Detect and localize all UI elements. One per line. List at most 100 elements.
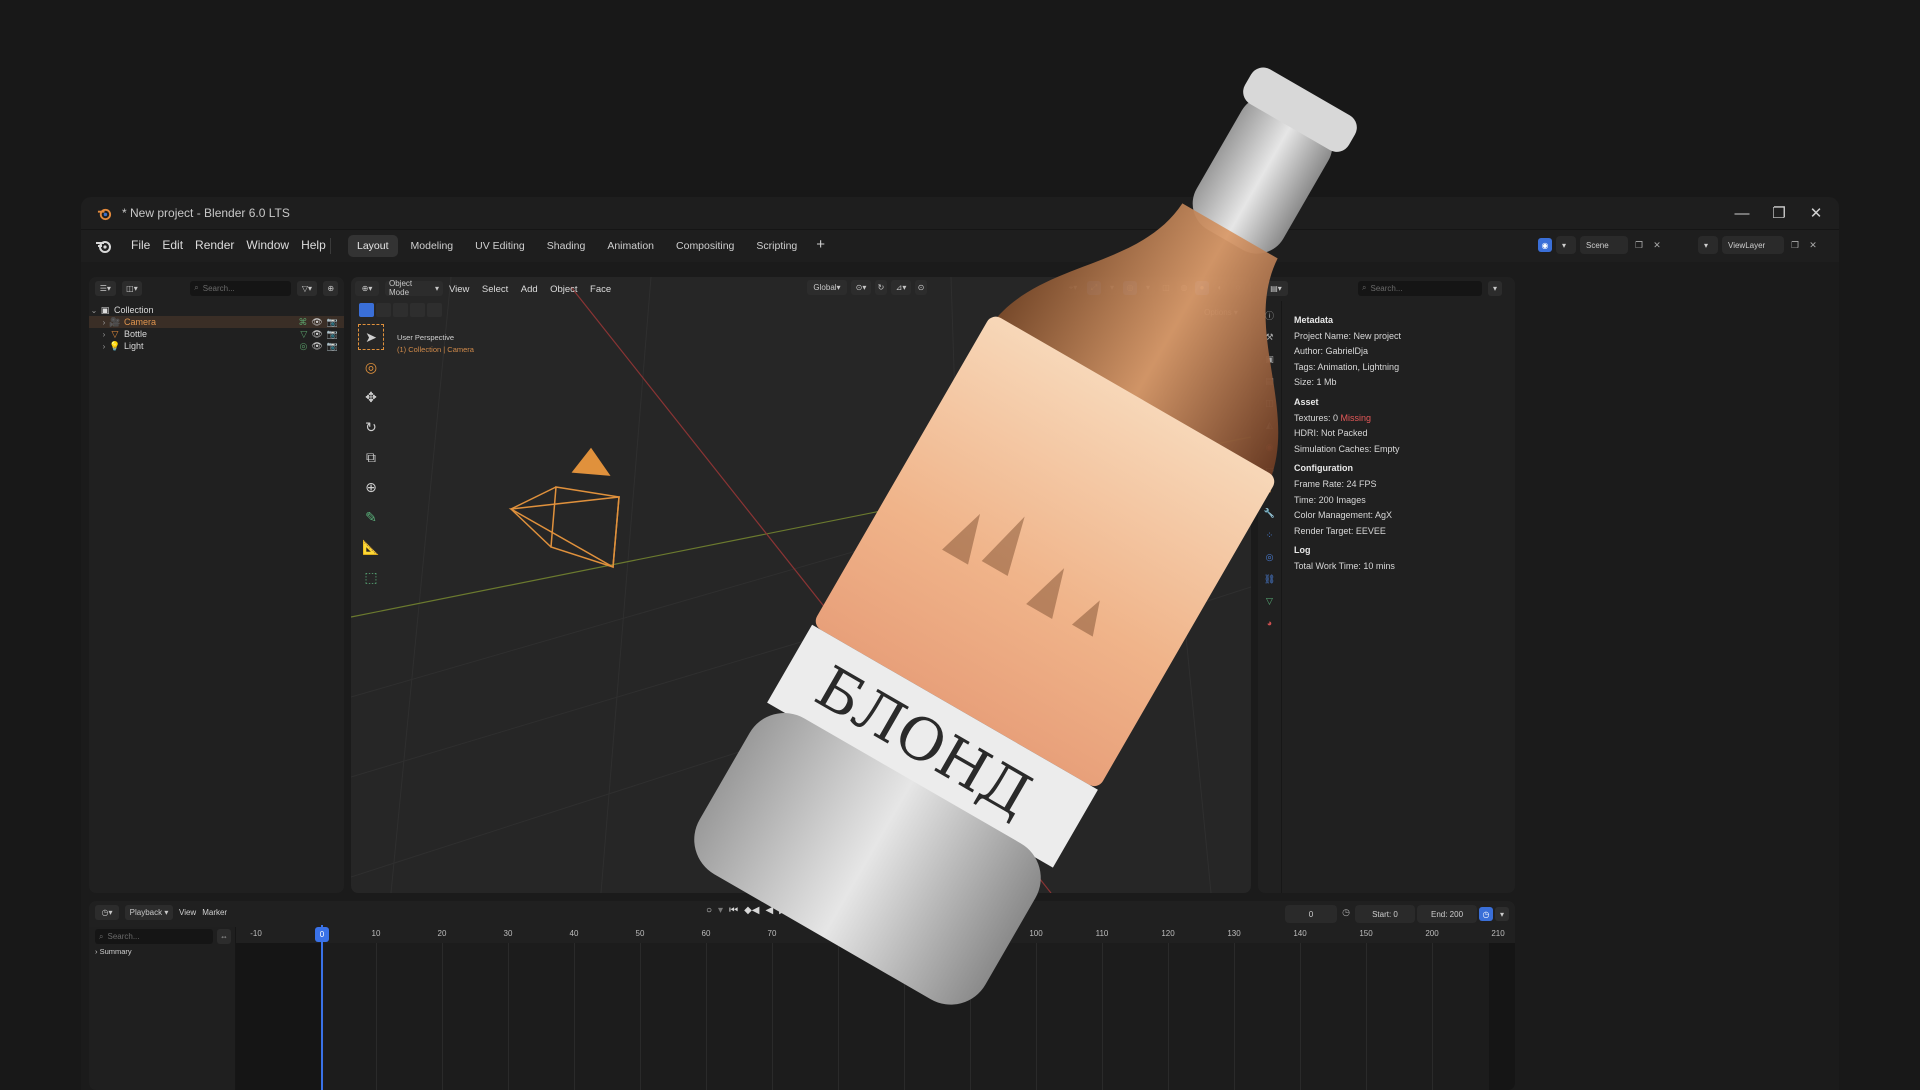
timeline-menu-marker[interactable]: Marker bbox=[202, 908, 227, 917]
xray-icon[interactable]: ◫ bbox=[1159, 280, 1173, 295]
rendered-shading-icon[interactable]: ◌ bbox=[1231, 280, 1245, 295]
render-camera-icon[interactable]: 📷 bbox=[327, 329, 338, 340]
playhead[interactable] bbox=[321, 925, 323, 1090]
3d-viewport[interactable]: ⊕▾ Object Mode ▾ View Select Add Object … bbox=[351, 277, 1251, 893]
collection-row[interactable]: ⌄ ▣ Collection bbox=[89, 304, 344, 316]
start-frame-field[interactable]: Start: 0 bbox=[1355, 905, 1415, 923]
next-keyframe-icon[interactable]: ▶◆ bbox=[793, 905, 808, 916]
visibility-eye-icon[interactable]: 👁 bbox=[311, 317, 322, 328]
scale-tool-icon[interactable]: ⧉ bbox=[359, 445, 383, 469]
output-tab-icon[interactable]: ▤ bbox=[1263, 373, 1277, 389]
tab-layout[interactable]: Layout bbox=[348, 235, 398, 257]
swap-icon[interactable]: ⇔ bbox=[217, 929, 231, 944]
proportional-edit-icon[interactable]: ⊙ bbox=[915, 280, 927, 295]
preview-dropdown-icon[interactable]: ▾ bbox=[1495, 907, 1509, 921]
move-tool-icon[interactable]: ✥ bbox=[359, 385, 383, 409]
close-icon[interactable]: ✕ bbox=[1799, 200, 1833, 226]
outliner-item-camera[interactable]: › 🎥 Camera ⌘ 👁 📷 bbox=[89, 316, 344, 328]
tab-shading[interactable]: Shading bbox=[538, 235, 595, 257]
remove-viewlayer-icon[interactable]: ✕ bbox=[1806, 238, 1820, 252]
select-box-icon[interactable] bbox=[359, 303, 374, 317]
tab-compositing[interactable]: Compositing bbox=[667, 235, 743, 257]
viewport-menu-view[interactable]: View bbox=[449, 284, 469, 295]
viewport-menu-select[interactable]: Select bbox=[482, 284, 508, 295]
select-extend-icon[interactable] bbox=[376, 303, 391, 317]
expand-icon[interactable]: › bbox=[99, 330, 109, 339]
transform-orientation-dropdown[interactable]: Global ▾ bbox=[807, 280, 847, 295]
filter-button[interactable]: ▽▾ bbox=[296, 280, 318, 296]
next-marker-icon[interactable]: ⏩ bbox=[848, 905, 860, 916]
gizmo-button[interactable]: ⌖▾ bbox=[1063, 280, 1083, 295]
end-frame-field[interactable]: End: 200 bbox=[1417, 905, 1477, 923]
remove-scene-icon[interactable]: ✕ bbox=[1650, 238, 1664, 252]
viewport-editor-type-button[interactable]: ⊕▾ bbox=[355, 280, 379, 296]
viewlayer-type-button[interactable]: ▾ bbox=[1698, 236, 1718, 254]
info-tab-icon[interactable]: ⓘ bbox=[1263, 307, 1277, 323]
wireframe-shading-icon[interactable]: ◍ bbox=[1177, 280, 1191, 295]
constraints-tab-icon[interactable]: ⛓ bbox=[1263, 571, 1277, 587]
restore-icon[interactable]: ❐ bbox=[1762, 200, 1796, 226]
annotate-tool-icon[interactable]: ✎ bbox=[359, 505, 383, 529]
properties-search-input[interactable]: ⌕ Search... bbox=[1358, 280, 1482, 296]
overlays-dropdown-icon[interactable]: ▾ bbox=[1141, 280, 1155, 295]
play-reverse-icon[interactable]: ◀ bbox=[765, 905, 773, 916]
gizmo-dropdown-icon[interactable]: ▾ bbox=[1105, 280, 1119, 295]
scene-type-button[interactable]: ▾ bbox=[1556, 236, 1576, 254]
collection-tab-icon[interactable]: ▭ bbox=[1263, 461, 1277, 477]
collapse-icon[interactable]: ⌄ bbox=[89, 306, 99, 315]
playback-dropdown[interactable]: Playback ▾ bbox=[125, 904, 173, 920]
new-collection-button[interactable]: ⊕ bbox=[323, 280, 339, 296]
scene-name-field[interactable]: Scene bbox=[1580, 236, 1628, 254]
dopesheet-area[interactable] bbox=[236, 943, 1515, 1090]
copy-viewlayer-icon[interactable]: ❐ bbox=[1788, 238, 1802, 252]
expand-icon[interactable]: › bbox=[99, 342, 109, 351]
solid-shading-icon[interactable]: ● bbox=[1195, 280, 1209, 295]
outliner-item-light[interactable]: › 💡 Light ◎ 👁 📷 bbox=[89, 340, 344, 352]
render-tab-icon[interactable]: ▣ bbox=[1263, 351, 1277, 367]
render-camera-icon[interactable]: 📷 bbox=[327, 317, 338, 328]
particles-tab-icon[interactable]: ⁘ bbox=[1263, 527, 1277, 543]
prev-keyframe-icon[interactable]: ◆◀ bbox=[744, 905, 759, 916]
clock-icon[interactable]: ◷ bbox=[1339, 905, 1353, 919]
world-tab-icon[interactable]: ◉ bbox=[1263, 439, 1277, 455]
viewport-menu-add[interactable]: Add bbox=[521, 284, 538, 295]
playback-dropdown-icon[interactable]: ▾ bbox=[866, 905, 871, 916]
editor-type-button[interactable]: ☰▾ bbox=[95, 280, 116, 296]
show-gizmo-icon[interactable]: ⤢ bbox=[1087, 280, 1101, 295]
material-shading-icon[interactable]: ◐ bbox=[1213, 280, 1227, 295]
object-mode-dropdown[interactable]: Object Mode ▾ bbox=[385, 279, 443, 297]
data-tab-icon[interactable]: ▽ bbox=[1263, 593, 1277, 609]
menu-edit[interactable]: Edit bbox=[156, 238, 189, 252]
play-icon[interactable]: ▶ bbox=[779, 905, 787, 916]
scene-tab-icon[interactable]: ◭ bbox=[1263, 417, 1277, 433]
display-mode-button[interactable]: ◫▾ bbox=[121, 280, 143, 296]
tab-modeling[interactable]: Modeling bbox=[402, 235, 463, 257]
copy-scene-icon[interactable]: ❐ bbox=[1632, 238, 1646, 252]
rotate-tool-icon[interactable]: ↻ bbox=[359, 415, 383, 439]
channel-search-input[interactable]: ⌕ Search... bbox=[95, 929, 213, 944]
properties-editor-type-button[interactable]: ▤▾ bbox=[1264, 280, 1288, 296]
select-tool-icon[interactable]: ➤ bbox=[358, 324, 384, 350]
prev-marker-icon[interactable]: ⏪ bbox=[829, 905, 841, 916]
object-tab-icon[interactable]: ▪ bbox=[1263, 483, 1277, 499]
pivot-point-button[interactable]: ⊙▾ bbox=[851, 280, 871, 295]
modifier-tab-icon[interactable]: 🔧 bbox=[1263, 505, 1277, 521]
tab-scripting[interactable]: Scripting bbox=[747, 235, 806, 257]
snapping-button[interactable]: ⊿▾ bbox=[891, 280, 911, 295]
add-workspace-button[interactable]: + bbox=[810, 235, 831, 257]
timeline-editor-type-button[interactable]: ◷▾ bbox=[95, 904, 119, 920]
frame-ruler[interactable]: -10 10 20 30 40 50 60 70 80 90 100 100 1… bbox=[236, 927, 1515, 941]
physics-tab-icon[interactable]: ◎ bbox=[1263, 549, 1277, 565]
render-camera-icon[interactable]: 📷 bbox=[327, 341, 338, 352]
viewport-menu-face[interactable]: Face bbox=[590, 284, 611, 295]
material-tab-icon[interactable]: ◕ bbox=[1263, 615, 1277, 631]
keying-dropdown-icon[interactable]: ▾ bbox=[718, 905, 723, 916]
jump-start-icon[interactable]: ⏮ bbox=[729, 905, 738, 916]
select-subtract-icon[interactable] bbox=[393, 303, 408, 317]
select-intersect-icon[interactable] bbox=[427, 303, 442, 317]
viewlayer-name-field[interactable]: ViewLayer bbox=[1722, 236, 1784, 254]
current-frame-field[interactable]: 0 bbox=[1285, 905, 1337, 923]
overlays-icon[interactable]: ◎ bbox=[1123, 280, 1137, 295]
menu-help[interactable]: Help bbox=[295, 238, 332, 252]
pin-scene-icon[interactable]: ◉ bbox=[1538, 238, 1552, 252]
